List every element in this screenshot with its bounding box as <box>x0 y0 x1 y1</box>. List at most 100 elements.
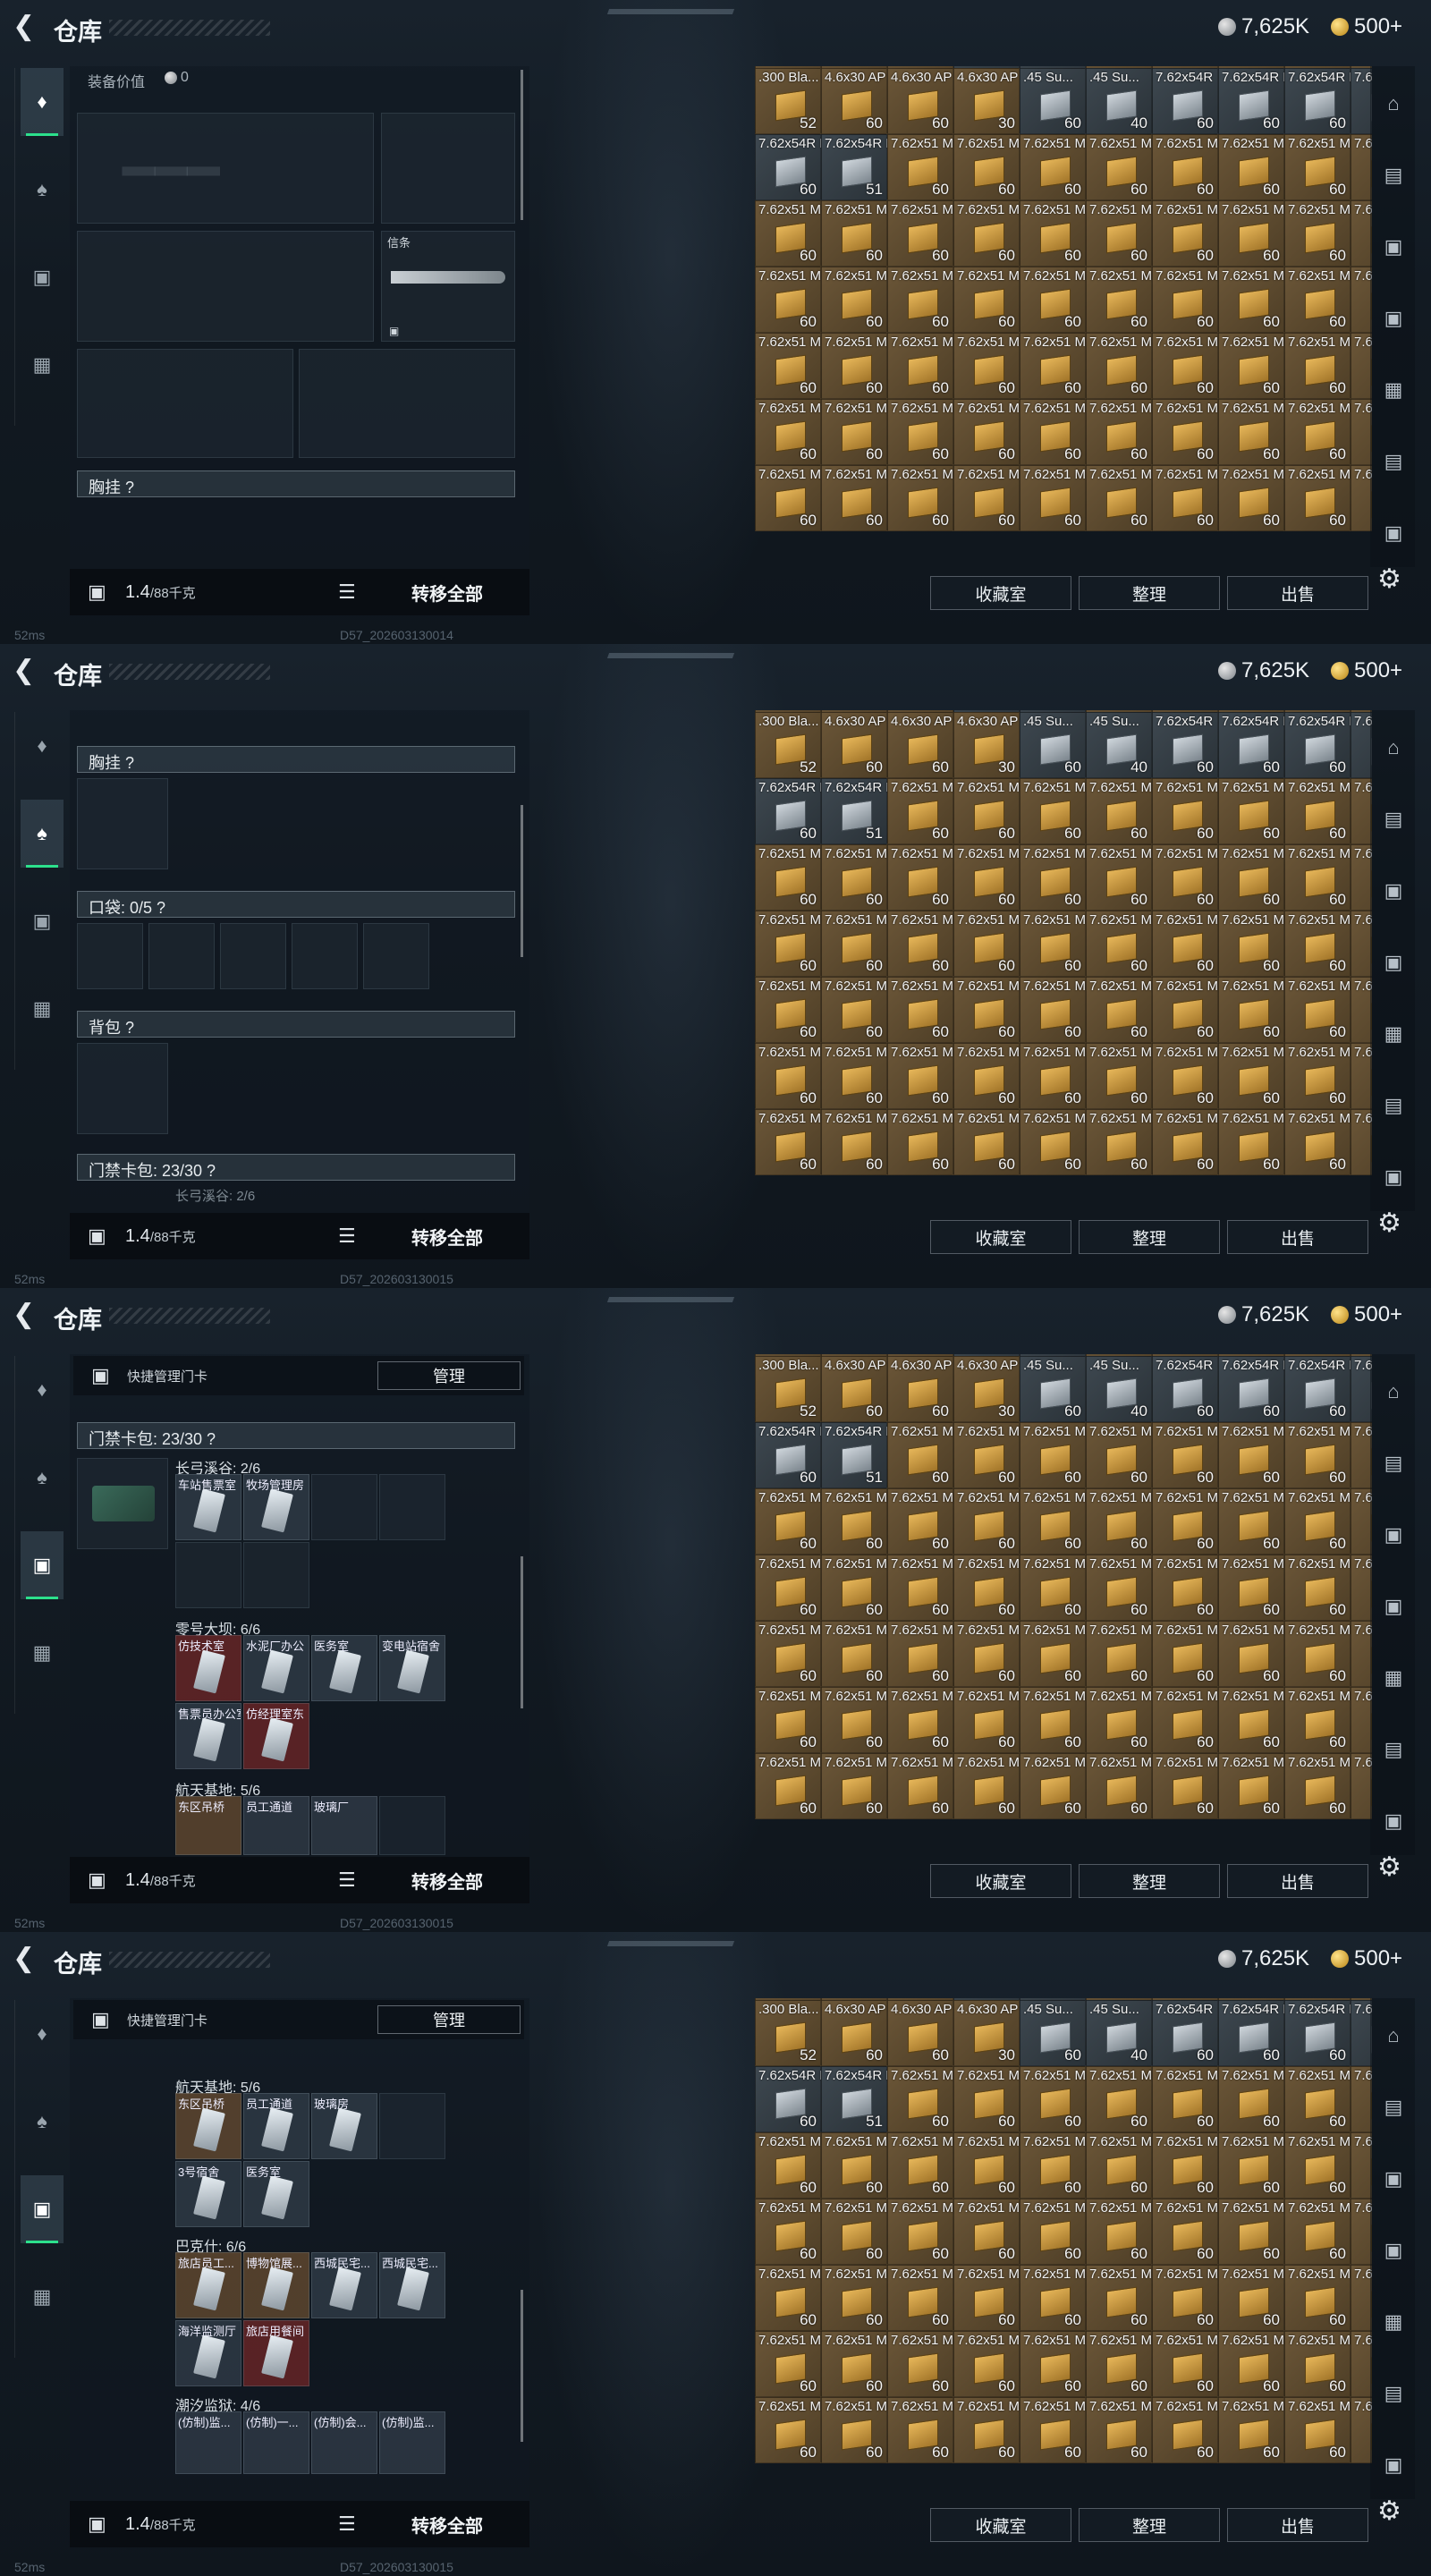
stash-item[interactable]: 7.62x51 M60 <box>821 1555 887 1621</box>
empty-keycard-slot[interactable] <box>311 1474 377 1540</box>
stash-item[interactable]: 7.62x54R 60 <box>1152 2000 1218 2066</box>
stash-item[interactable]: 7.62x51 M60 <box>1284 1422 1351 1488</box>
melee-slot[interactable]: 信条 ▣ <box>381 231 515 342</box>
stash-item[interactable]: 7.62x51 M60 <box>1218 1555 1284 1621</box>
stash-item[interactable]: 7.62x51 M60 <box>1218 1043 1284 1109</box>
stash-item[interactable]: 7.62x51 M60 <box>1284 1109 1351 1175</box>
right-nav-tv-icon[interactable]: ▣ <box>1376 1589 1411 1624</box>
stash-item[interactable]: 7.62x51 M60 <box>1020 1687 1086 1753</box>
stash-item[interactable]: 7.62x51 M60 <box>821 977 887 1043</box>
stash-item[interactable]: 7.62x51 M60 <box>1351 200 1372 267</box>
stash-item[interactable]: 7.62x54R B60 <box>1351 68 1372 134</box>
stash-item[interactable]: 7.62x51 M60 <box>755 333 821 399</box>
right-nav-gti-icon[interactable]: ▤ <box>1376 801 1411 837</box>
stash-item[interactable]: 4.6x30 AP 30 <box>953 68 1020 134</box>
stash-item[interactable]: 7.62x51 M60 <box>1218 844 1284 911</box>
stash-item[interactable]: 7.62x51 M60 <box>1020 1109 1086 1175</box>
stash-item[interactable]: 7.62x51 M60 <box>1086 977 1152 1043</box>
stash-item[interactable]: 7.62x51 M60 <box>953 1422 1020 1488</box>
stash-item[interactable]: 7.62x51 M60 <box>755 465 821 531</box>
stash-item[interactable]: 7.62x51 M60 <box>1284 333 1351 399</box>
stash-item[interactable]: .45 Su... 60 <box>1020 2000 1086 2066</box>
nav-armor-icon[interactable]: ♠ <box>21 1444 64 1512</box>
collection-button[interactable]: 收藏室 <box>930 2508 1071 2542</box>
stash-item[interactable]: 7.62x51 M60 <box>953 977 1020 1043</box>
stash-item[interactable]: 7.62x54R B60 <box>1284 712 1351 778</box>
stash-item[interactable]: 7.62x51 M60 <box>1086 1488 1152 1555</box>
stash-item[interactable]: 7.62x51 M60 <box>1086 333 1152 399</box>
stash-item[interactable]: 7.62x51 M60 <box>887 844 953 911</box>
sell-button[interactable]: 出售 <box>1227 1864 1368 1898</box>
stash-item[interactable]: 7.62x51 M60 <box>1284 399 1351 465</box>
stash-item[interactable]: 7.62x51 M60 <box>1284 2265 1351 2331</box>
list-icon[interactable]: ☰ <box>338 1224 356 1248</box>
stash-item[interactable]: 7.62x51 M60 <box>953 2265 1020 2331</box>
stash-item[interactable]: 7.62x51 M60 <box>953 399 1020 465</box>
right-nav-tv-icon[interactable]: ▣ <box>1376 2447 1411 2483</box>
stash-item[interactable]: 4.6x30 AP 60 <box>887 1356 953 1422</box>
stash-item[interactable]: 7.62x51 M60 <box>1218 134 1284 200</box>
manage-button[interactable]: 管理 <box>377 2005 521 2034</box>
stash-item[interactable]: 7.62x51 M60 <box>1218 1621 1284 1687</box>
right-nav-tv-icon[interactable]: ▣ <box>1376 945 1411 980</box>
stash-item[interactable]: 7.62x51 M60 <box>1351 399 1372 465</box>
keycard[interactable]: 仿技术室 <box>175 1635 241 1701</box>
stash-item[interactable]: 7.62x51 M60 <box>821 267 887 333</box>
empty-keycard-slot[interactable] <box>175 1542 241 1608</box>
stash-item[interactable]: 7.62x54R B60 <box>1284 68 1351 134</box>
stash-item[interactable]: 4.6x30 AP 30 <box>953 1356 1020 1422</box>
stash-item[interactable]: 4.6x30 AP 60 <box>887 712 953 778</box>
stash-item[interactable]: 7.62x51 M60 <box>1218 1109 1284 1175</box>
stash-item[interactable]: 7.62x54R 60 <box>1152 68 1218 134</box>
stash-item[interactable]: 7.62x51 M60 <box>1086 2331 1152 2397</box>
keycard[interactable]: 西城民宅... <box>311 2252 377 2318</box>
keycard[interactable]: (仿制)一... <box>243 2411 309 2474</box>
stash-item[interactable]: 7.62x51 M60 <box>953 1043 1020 1109</box>
right-nav-tv-icon[interactable]: ▣ <box>1376 229 1411 265</box>
stash-item[interactable]: 7.62x51 M60 <box>1218 778 1284 844</box>
manage-button[interactable]: 管理 <box>377 1361 521 1390</box>
stash-item[interactable]: 7.62x51 M60 <box>1020 1488 1086 1555</box>
stash-item[interactable]: 7.62x51 M60 <box>1086 2132 1152 2199</box>
stash-item[interactable]: 7.62x51 M60 <box>1152 2132 1218 2199</box>
keycard[interactable]: 牧场管理房 <box>243 1474 309 1540</box>
stash-item[interactable]: 7.62x51 M60 <box>1152 1488 1218 1555</box>
nav-briefcase-icon[interactable]: ▦ <box>21 2263 64 2331</box>
nav-card-bag-icon[interactable]: ▣ <box>21 887 64 955</box>
stash-item[interactable]: 7.62x51 M60 <box>821 1109 887 1175</box>
stash-item[interactable]: 7.62x51 M60 <box>1086 2265 1152 2331</box>
collection-button[interactable]: 收藏室 <box>930 576 1071 610</box>
keycard-bag-slot[interactable] <box>77 1458 168 1549</box>
stash-item[interactable]: 7.62x51 M60 <box>1284 200 1351 267</box>
back-chevron-icon[interactable]: ❮ <box>13 1943 41 1975</box>
right-nav-mv-icon[interactable]: ▦ <box>1376 372 1411 408</box>
keycard[interactable]: 员工通道 <box>243 2093 309 2159</box>
empty-keycard-slot[interactable] <box>379 1796 445 1855</box>
stash-item[interactable]: 7.62x51 M60 <box>1152 2265 1218 2331</box>
stash-item[interactable]: 7.62x51 M60 <box>887 2397 953 2463</box>
stash-item[interactable]: .45 Su... 60 <box>1020 712 1086 778</box>
stash-item[interactable]: 7.62x51 M60 <box>1351 2265 1372 2331</box>
stash-item[interactable]: 7.62x51 M60 <box>1351 333 1372 399</box>
lock-icon[interactable]: ▣ <box>88 2512 106 2536</box>
right-nav-gate-icon[interactable]: ⌂ <box>1376 730 1411 766</box>
stash-item[interactable]: 7.62x51 M60 <box>1086 1422 1152 1488</box>
keycard[interactable]: 医务室 <box>311 1635 377 1701</box>
stash-item[interactable]: 7.62x51 M60 <box>1086 267 1152 333</box>
chest-rig-header[interactable]: 胸挂 ? <box>77 746 515 773</box>
stash-item[interactable]: 7.62x51 M60 <box>1020 1621 1086 1687</box>
stash-item[interactable]: 7.62x51 M60 <box>1284 267 1351 333</box>
right-nav-gti-icon[interactable]: ▤ <box>1376 157 1411 193</box>
stash-item[interactable]: 7.62x51 M60 <box>887 1621 953 1687</box>
pistol-slot[interactable] <box>381 113 515 224</box>
stash-item[interactable]: 7.62x51 M60 <box>1020 267 1086 333</box>
stash-item[interactable]: 7.62x51 M60 <box>887 1687 953 1753</box>
keycard[interactable]: 水泥厂办公 <box>243 1635 309 1701</box>
stash-item[interactable]: 7.62x51 M60 <box>1020 844 1086 911</box>
stash-item[interactable]: 7.62x51 M60 <box>953 911 1020 977</box>
right-nav-gti-icon[interactable]: ▤ <box>1376 1445 1411 1481</box>
stash-item[interactable]: 7.62x51 M60 <box>1086 200 1152 267</box>
stash-item[interactable]: 7.62x51 M60 <box>1218 1422 1284 1488</box>
stash-item[interactable]: 7.62x51 M60 <box>1218 911 1284 977</box>
stash-item[interactable]: 7.62x51 M60 <box>887 267 953 333</box>
